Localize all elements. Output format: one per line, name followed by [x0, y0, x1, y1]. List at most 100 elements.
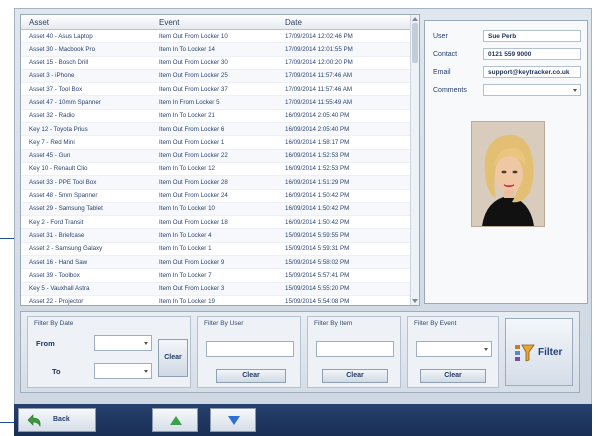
table-row[interactable]: Asset 33 - PPE Tool Box Item Out From Loc… [21, 176, 411, 190]
asset-cell: Key 12 - Toyota Prius [29, 125, 88, 133]
event-cell: Item Out From Locker 6 [159, 125, 225, 133]
table-row[interactable]: Asset 31 - Briefcase Item In To Locker 4 1… [21, 229, 411, 243]
table-body: Asset 40 - Asus Laptop Item Out From Lock… [21, 30, 411, 306]
asset-cell: Asset 48 - 5mm Spanner [29, 192, 98, 200]
column-header-event[interactable]: Event [159, 18, 179, 27]
asset-cell: Key 10 - Renault Clio [29, 165, 88, 173]
date-cell: 17/09/2014 12:02:46 PM [285, 32, 353, 40]
chevron-down-icon [573, 89, 577, 92]
filter-by-date-title: Filter By Date [34, 320, 74, 327]
user-details-panel: User Sue Perb Contact 0121 559 9000 Emai… [424, 20, 588, 304]
event-cell: Item Out From Locker 10 [159, 32, 228, 40]
contact-field: 0121 559 9000 [483, 48, 581, 60]
user-photo [471, 121, 545, 227]
table-row[interactable]: Asset 15 - Bosch Drill Item Out From Lock… [21, 57, 411, 70]
filter-bar: Filter By Date From To Clear Filter By U… [20, 311, 580, 393]
email-label: Email [433, 69, 451, 76]
asset-cell: Asset 47 - 10mm Spanner [29, 98, 101, 106]
asset-cell: Key 2 - Ford Transit [29, 218, 84, 226]
date-cell: 17/09/2014 11:57:46 AM [285, 72, 352, 80]
event-cell: Item Out From Locker 28 [159, 178, 228, 186]
column-header-date[interactable]: Date [285, 18, 302, 27]
event-cell: Item Out From Locker 37 [159, 85, 228, 93]
filter-by-user-title: Filter By User [204, 320, 244, 327]
asset-cell: Asset 16 - Hand Saw [29, 258, 88, 266]
date-cell: 16/09/2014 1:50:42 PM [285, 192, 350, 200]
filter-button[interactable]: Filter [505, 318, 573, 386]
date-cell: 15/09/2014 5:58:02 PM [285, 258, 350, 266]
scroll-down-icon[interactable] [412, 299, 418, 303]
table-row[interactable]: Asset 47 - 10mm Spanner Item In From Lock… [21, 96, 411, 110]
to-date-picker[interactable] [94, 363, 152, 379]
event-cell: Item In To Locker 4 [159, 231, 212, 239]
date-cell: 15/09/2014 5:59:55 PM [285, 231, 350, 239]
table-scrollbar[interactable] [410, 15, 419, 305]
event-cell: Item Out From Locker 1 [159, 138, 225, 146]
asset-cell: Asset 31 - Briefcase [29, 231, 85, 239]
table-row[interactable]: Asset 39 - Toolbox Item In To Locker 7 15/… [21, 269, 411, 283]
from-label: From [36, 339, 55, 348]
asset-cell: Asset 40 - Asus Laptop [29, 32, 93, 40]
table-row[interactable]: Key 10 - Renault Clio Item In To Locker 1… [21, 163, 411, 177]
callout-line-bottom [0, 422, 14, 423]
event-cell: Item Out From Locker 25 [159, 72, 228, 80]
asset-cell: Asset 2 - Samsung Galaxy [29, 245, 103, 253]
event-cell: Item In To Locker 12 [159, 165, 215, 173]
clear-date-button[interactable]: Clear [158, 339, 188, 377]
item-filter-input[interactable] [316, 341, 394, 357]
triangle-up-icon [170, 416, 182, 425]
filter-by-item-group: Filter By Item Clear [307, 316, 401, 388]
user-label: User [433, 33, 448, 40]
date-cell: 16/09/2014 1:58:17 PM [285, 138, 350, 146]
scrollbar-thumb[interactable] [412, 23, 418, 63]
event-cell: Item In To Locker 21 [159, 112, 215, 120]
table-row[interactable]: Asset 2 - Samsung Galaxy Item In To Locke… [21, 243, 411, 257]
clear-event-button[interactable]: Clear [420, 369, 486, 383]
scroll-up-icon[interactable] [412, 17, 418, 21]
event-cell: Item Out From Locker 9 [159, 258, 225, 266]
back-button-label: Back [53, 416, 70, 423]
table-row[interactable]: Key 2 - Ford Transit Item Out From Locker… [21, 216, 411, 230]
scroll-up-button[interactable] [152, 408, 198, 432]
bottom-navigation-bar: Back [14, 404, 592, 436]
table-row[interactable]: Asset 45 - Gun Item Out From Locker 22 16/… [21, 149, 411, 163]
table-row[interactable]: Asset 40 - Asus Laptop Item Out From Lock… [21, 30, 411, 44]
asset-cell: Asset 22 - Projector [29, 298, 84, 306]
filter-by-event-title: Filter By Event [414, 320, 457, 327]
user-field: Sue Perb [483, 30, 581, 42]
table-row[interactable]: Key 7 - Red Mini Item Out From Locker 1 16… [21, 136, 411, 150]
filter-button-label: Filter [538, 347, 563, 358]
date-cell: 17/09/2014 11:57:46 AM [285, 85, 352, 93]
comments-field[interactable] [483, 84, 581, 96]
table-row[interactable]: Asset 37 - Tool Box Item Out From Locker … [21, 83, 411, 97]
event-filter-dropdown[interactable] [416, 341, 492, 357]
date-cell: 16/09/2014 1:51:29 PM [285, 178, 350, 186]
date-cell: 16/09/2014 1:50:42 PM [285, 205, 350, 213]
chevron-down-icon [144, 370, 148, 373]
table-row[interactable]: Asset 29 - Samsung Tablet Item In To Lock… [21, 202, 411, 217]
contact-label: Contact [433, 51, 458, 58]
clear-user-button[interactable]: Clear [216, 369, 286, 383]
table-row[interactable]: Key 12 - Toyota Prius Item Out From Locke… [21, 123, 411, 137]
table-row[interactable]: Asset 22 - Projector Item In To Locker 19… [21, 296, 411, 306]
event-log-table[interactable]: Asset Event Date Asset 40 - Asus Laptop I… [20, 14, 420, 306]
table-row[interactable]: Asset 30 - Macbook Pro Item In To Locker … [21, 43, 411, 57]
from-date-picker[interactable] [94, 335, 152, 351]
table-row[interactable]: Asset 3 - iPhone Item Out From Locker 25 1… [21, 69, 411, 84]
date-cell: 15/09/2014 5:59:31 PM [285, 245, 350, 253]
clear-item-button[interactable]: Clear [322, 369, 388, 383]
date-cell: 15/09/2014 5:57:41 PM [285, 271, 350, 279]
table-row[interactable]: Asset 32 - Radio Item In To Locker 21 16/0… [21, 110, 411, 124]
back-button[interactable]: Back [18, 408, 96, 432]
event-cell: Item In To Locker 7 [159, 271, 212, 279]
table-row[interactable]: Asset 48 - 5mm Spanner Item Out From Lock… [21, 190, 411, 203]
scroll-down-button[interactable] [210, 408, 256, 432]
date-cell: 16/09/2014 1:50:42 PM [285, 218, 350, 226]
table-row[interactable]: Key 5 - Vauxhall Astra Item Out From Lock… [21, 282, 411, 296]
asset-cell: Asset 33 - PPE Tool Box [29, 178, 97, 186]
event-cell: Item Out From Locker 22 [159, 152, 228, 160]
user-filter-input[interactable] [206, 341, 294, 357]
callout-line-top [0, 238, 14, 239]
table-row[interactable]: Asset 16 - Hand Saw Item Out From Locker … [21, 256, 411, 270]
column-header-asset[interactable]: Asset [29, 18, 49, 27]
